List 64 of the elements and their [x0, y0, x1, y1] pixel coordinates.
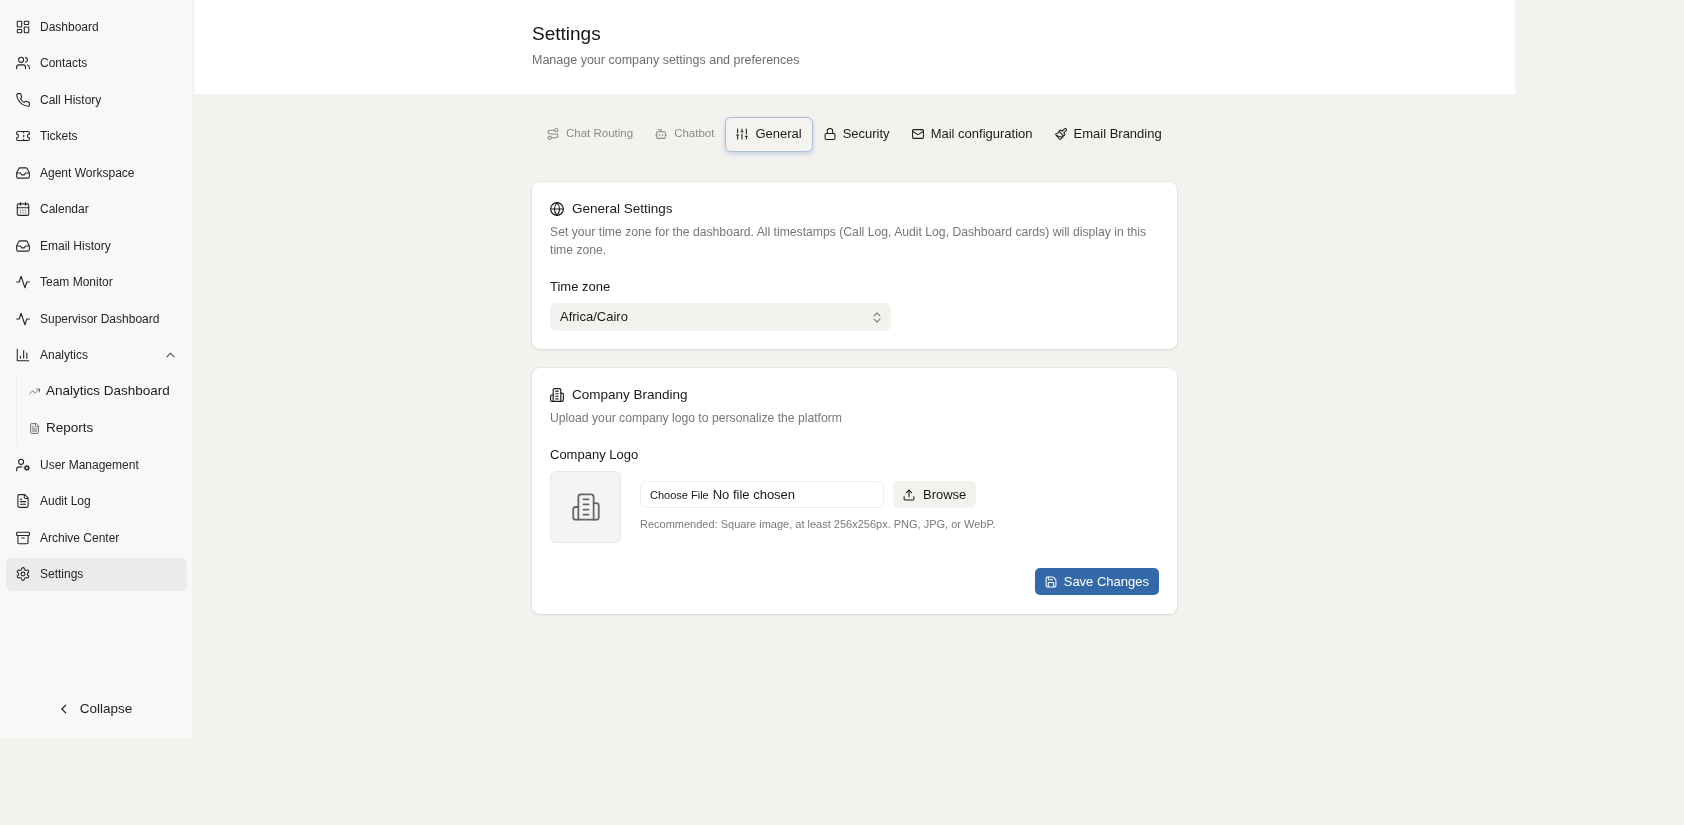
- sidebar-item[interactable]: Dashboard: [6, 10, 187, 43]
- calendar-icon: [16, 202, 30, 216]
- sidebar-item[interactable]: Contacts: [6, 46, 187, 80]
- collapse-button[interactable]: Collapse: [48, 692, 145, 726]
- card-title: Company Branding: [572, 385, 688, 404]
- sidebar-item[interactable]: Archive Center: [6, 521, 187, 554]
- tab[interactable]: Security: [812, 116, 901, 152]
- up-down-chevrons-icon: [873, 311, 881, 323]
- sidebar-item[interactable]: Calendar: [6, 192, 187, 226]
- sidebar-item[interactable]: Tickets: [6, 119, 187, 153]
- sidebar-item[interactable]: Agent Workspace: [6, 156, 187, 189]
- globe-icon: [550, 202, 564, 216]
- ticket-icon: [16, 129, 30, 143]
- sidebar-item[interactable]: Analytics: [6, 338, 187, 372]
- sidebar-item[interactable]: Team Monitor: [6, 265, 187, 299]
- tab[interactable]: Email Branding: [1043, 116, 1173, 152]
- sidebar-item[interactable]: Settings: [6, 557, 187, 591]
- envelope-icon: [911, 128, 924, 140]
- choose-file-button[interactable]: Choose File: [650, 486, 709, 503]
- document-icon: [29, 422, 40, 434]
- sidebar-item[interactable]: Supervisor Dashboard: [6, 302, 187, 335]
- inbox-icon: [16, 165, 30, 180]
- file-status-text: No file chosen: [712, 486, 796, 504]
- field-label: Company Logo: [550, 447, 640, 463]
- sidebar-subitem[interactable]: Reports: [17, 411, 187, 445]
- route-icon: [547, 128, 559, 140]
- time-zone-select[interactable]: Africa/Cairo: [550, 303, 891, 331]
- card-title: General Settings: [572, 199, 673, 218]
- building-icon: [550, 388, 564, 402]
- robot-icon: [655, 128, 668, 140]
- tab[interactable]: General: [725, 116, 813, 152]
- save-button[interactable]: Save Changes: [1034, 568, 1159, 595]
- people-icon: [16, 56, 30, 70]
- user-gear-icon: [16, 457, 30, 472]
- sidebar-item[interactable]: Email History: [6, 229, 187, 262]
- phone-icon: [16, 92, 30, 107]
- page-subtitle: Manage your company settings and preferences: [532, 52, 801, 68]
- sliders-icon: [736, 128, 749, 140]
- sidebar-item[interactable]: Call History: [6, 83, 187, 116]
- hint-text: Recommended: Square image, at least 256x256px. PNG, JPG, or WebP.: [640, 517, 996, 533]
- pulse-icon: [16, 275, 30, 289]
- grid-icon: [16, 19, 30, 34]
- building-icon: [571, 493, 600, 521]
- lock-icon: [823, 128, 836, 140]
- card-description: Set your time zone for the dashboard. All timestamps (Call Log, Audit Log, Dashboard cards) will display in this time zone.: [550, 224, 1148, 259]
- pulse-icon: [16, 311, 30, 326]
- bar-chart-icon: [16, 348, 30, 362]
- page-title: Settings: [532, 22, 602, 46]
- upload-icon: [903, 488, 915, 501]
- chevron-left-icon: [60, 704, 67, 714]
- tab[interactable]: Mail configuration: [900, 116, 1044, 152]
- document-icon: [16, 494, 30, 508]
- archive-box-icon: [16, 530, 30, 545]
- trend-line-icon: [29, 386, 40, 397]
- card-description: Upload your company logo to personalize the platform: [550, 410, 843, 427]
- sidebar-item[interactable]: Audit Log: [6, 484, 187, 518]
- paintbrush-icon: [1054, 128, 1067, 140]
- file-input-field[interactable]: Choose File No file chosen: [640, 481, 884, 509]
- field-label: Time zone: [550, 279, 612, 295]
- settings-icon: [16, 567, 30, 581]
- sidebar-item[interactable]: User Management: [6, 448, 187, 481]
- sidebar-subitem[interactable]: Analytics Dashboard: [17, 375, 187, 408]
- browse-button[interactable]: Browse: [893, 481, 977, 509]
- inbox-icon: [16, 238, 30, 253]
